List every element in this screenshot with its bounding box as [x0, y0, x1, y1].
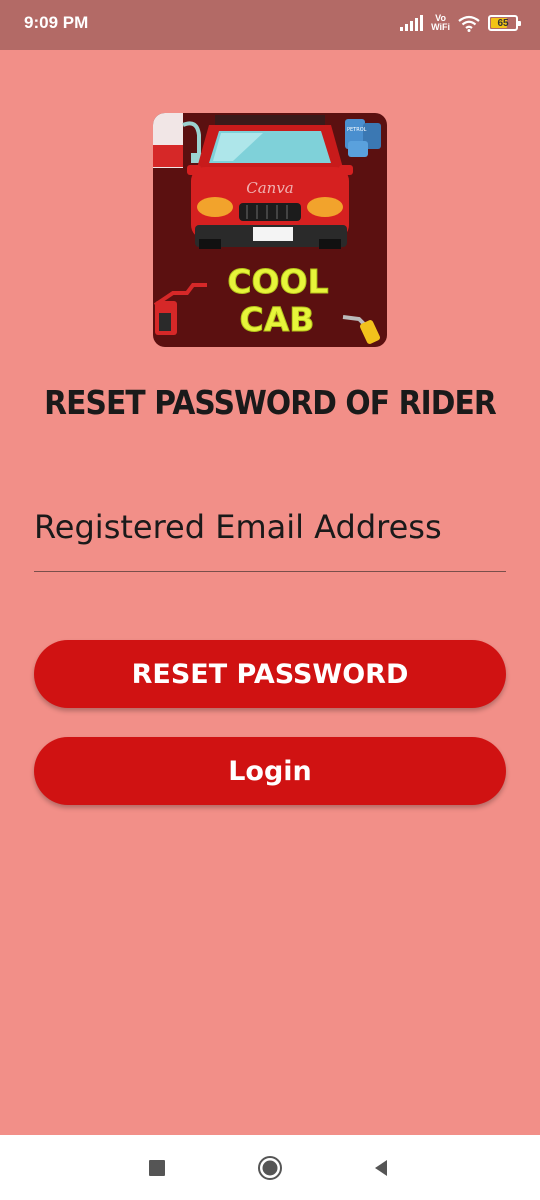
canva-watermark: Canva — [246, 179, 294, 197]
vowifi-label: Vo WiFi — [431, 13, 450, 32]
home-icon[interactable] — [257, 1155, 283, 1181]
recent-apps-icon[interactable] — [144, 1155, 170, 1181]
wifi-icon — [458, 15, 480, 32]
reset-password-button[interactable]: RESET PASSWORD — [34, 640, 506, 708]
battery-percent: 65 — [497, 17, 509, 29]
navigation-bar — [0, 1135, 540, 1200]
battery-icon: 65 — [488, 15, 521, 31]
login-button[interactable]: Login — [34, 737, 506, 805]
logo-title-line2: CAB — [240, 300, 315, 339]
app-logo: PETROL Canva COOL CAB — [153, 113, 387, 347]
page-title: RESET PASSWORD OF RIDER — [44, 383, 497, 422]
status-time: 9:09 PM — [24, 13, 89, 32]
status-icons: Vo WiFi 65 — [400, 13, 521, 32]
signal-icon — [400, 15, 424, 31]
status-bar: 9:09 PM Vo WiFi 65 — [0, 0, 540, 50]
back-icon[interactable] — [368, 1155, 394, 1181]
barrel-label: PETROL — [347, 127, 367, 133]
logo-title-line1: COOL — [227, 262, 328, 301]
email-field[interactable] — [34, 490, 506, 572]
